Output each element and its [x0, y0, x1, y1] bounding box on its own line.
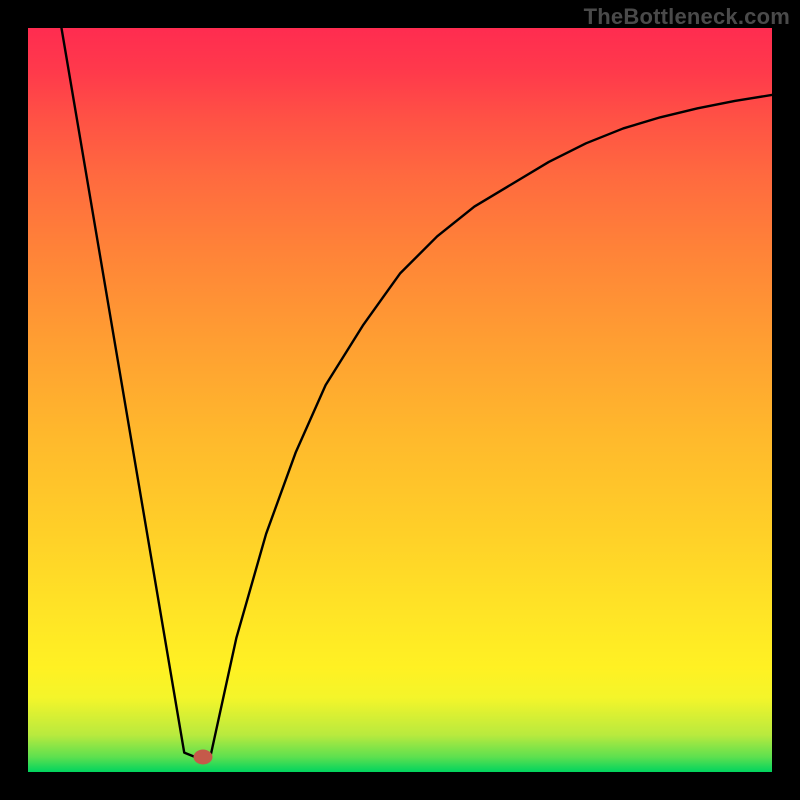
curve-svg [28, 28, 772, 772]
plot-area [28, 28, 772, 772]
minimum-marker [193, 750, 212, 765]
bottleneck-curve [61, 28, 772, 757]
watermark-text: TheBottleneck.com [584, 4, 790, 30]
chart-frame: TheBottleneck.com [0, 0, 800, 800]
